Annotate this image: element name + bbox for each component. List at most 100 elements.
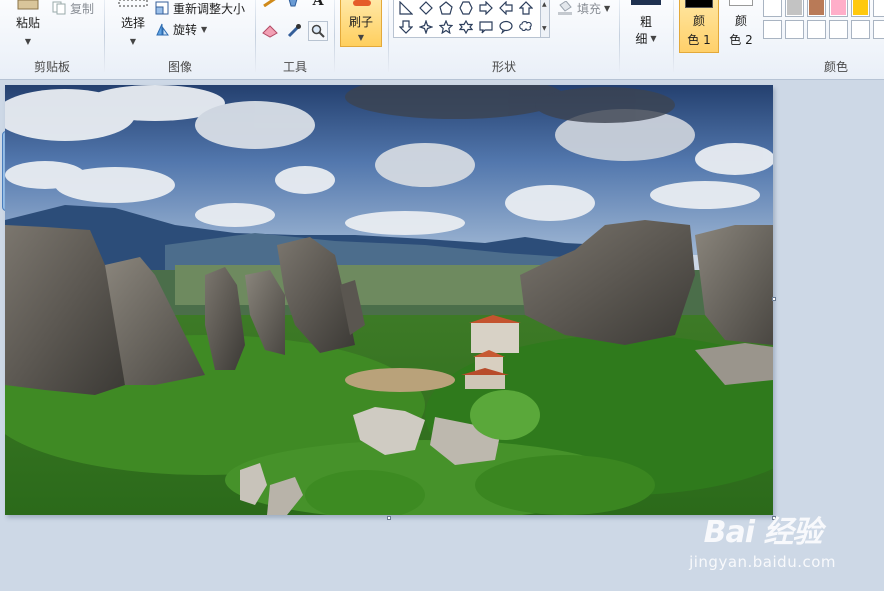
size-label-row: 细 ▼ xyxy=(635,30,656,47)
right-arrow-shape[interactable] xyxy=(476,0,496,17)
four-point-star-icon xyxy=(419,20,433,34)
cloud-callout-shape[interactable] xyxy=(516,18,536,36)
palette-swatch[interactable] xyxy=(851,0,870,17)
tools-group: A 工具 xyxy=(256,0,334,80)
drawing-workspace[interactable]: Bai 经验 jingyan.baidu.com xyxy=(0,81,884,591)
up-arrow-icon xyxy=(519,1,533,15)
chevron-up-icon: ▲ xyxy=(542,1,547,8)
palette-swatch-fill xyxy=(875,22,884,37)
up-arrow-shape[interactable] xyxy=(516,0,536,17)
copy-button[interactable]: 复制 xyxy=(52,0,94,16)
down-arrow-shape[interactable] xyxy=(396,18,416,36)
shapes-group-label: 形状 xyxy=(491,60,516,74)
landscape-photo xyxy=(5,85,773,515)
color2-label-top: 颜 xyxy=(734,14,747,28)
resize-button[interactable]: 重新调整大小 xyxy=(155,0,245,16)
shapes-gallery-scroll[interactable]: ▲ ▼ xyxy=(541,0,550,38)
oval-callout-shape[interactable] xyxy=(496,18,516,36)
palette-swatch[interactable] xyxy=(763,0,782,17)
five-point-star-shape[interactable] xyxy=(436,18,456,36)
palette-swatch[interactable] xyxy=(829,0,848,17)
fill-button[interactable]: 填充 ▼ xyxy=(557,0,610,16)
tools-group-label: 工具 xyxy=(282,60,307,74)
palette-swatch[interactable] xyxy=(807,0,826,17)
canvas-resize-handle-right[interactable] xyxy=(772,297,776,301)
rotate-button[interactable]: 旋转 ▼ xyxy=(155,21,207,37)
text-tool-button[interactable]: A xyxy=(308,0,328,9)
right-triangle-shape[interactable] xyxy=(396,0,416,17)
brushes-label: 刷子 xyxy=(348,15,373,29)
chevron-down-icon: ▼ xyxy=(650,34,657,43)
canvas-resize-handle-bottom[interactable] xyxy=(387,516,391,520)
color1-button[interactable]: 颜 色 1 xyxy=(679,0,719,53)
palette-swatch-fill xyxy=(765,22,780,37)
shapes-group: ▲ ▼ 填充 ▼ 形状 xyxy=(389,0,619,80)
brushes-button[interactable]: 刷子 ▼ xyxy=(340,0,382,47)
six-point-star-icon xyxy=(459,20,473,34)
six-point-star-shape[interactable] xyxy=(456,18,476,36)
shapes-gallery xyxy=(393,0,541,38)
palette-swatch-fill xyxy=(853,22,868,37)
eraser-button[interactable] xyxy=(260,21,280,41)
left-arrow-icon xyxy=(499,1,513,15)
color2-button[interactable]: 颜 色 2 xyxy=(723,0,759,53)
pencil-button[interactable] xyxy=(260,0,280,8)
right-arrow-icon xyxy=(479,1,493,15)
left-arrow-shape[interactable] xyxy=(496,0,516,17)
color1-label-bottom: 色 1 xyxy=(687,33,711,47)
watermark-logo: Bai 经验 xyxy=(703,515,823,550)
down-arrow-icon xyxy=(399,20,413,34)
copy-label: 复制 xyxy=(70,1,95,16)
palette-swatch[interactable] xyxy=(851,20,870,39)
palette-swatch[interactable] xyxy=(873,0,884,17)
size-button[interactable]: 粗 细 ▼ xyxy=(626,0,666,48)
copy-icon xyxy=(52,1,66,15)
palette-swatch-fill xyxy=(787,0,802,15)
select-button[interactable]: 选择 ▼ xyxy=(112,0,154,48)
color1-swatch xyxy=(685,0,713,8)
fill-bucket-button[interactable] xyxy=(284,0,304,8)
pentagon-icon xyxy=(439,1,453,15)
group-separator xyxy=(619,0,620,72)
four-point-star-shape[interactable] xyxy=(416,18,436,36)
chevron-down-icon: ▼ xyxy=(542,25,547,32)
palette-swatch[interactable] xyxy=(763,20,782,39)
five-point-star-icon xyxy=(439,20,453,34)
watermark-url: jingyan.baidu.com xyxy=(689,553,836,571)
size-label-top: 粗 xyxy=(639,15,652,29)
paste-button[interactable]: 粘贴 ▼ xyxy=(8,0,48,48)
palette-swatch[interactable] xyxy=(807,20,826,39)
select-label: 选择 xyxy=(120,16,145,30)
magnifier-button[interactable] xyxy=(308,21,328,41)
resize-icon xyxy=(155,1,169,15)
palette-swatch-fill xyxy=(809,22,824,37)
paste-label: 粘贴 xyxy=(15,16,40,30)
clipboard-group-label: 剪贴板 xyxy=(33,60,70,74)
colors-group: 颜 色 1 颜 色 2 颜色 xyxy=(674,0,884,80)
color-picker-button[interactable] xyxy=(284,21,304,41)
image-canvas[interactable] xyxy=(5,85,773,515)
eyedropper-icon xyxy=(287,24,301,38)
magnifier-icon xyxy=(311,24,325,38)
group-separator xyxy=(334,0,335,72)
rect-callout-shape[interactable] xyxy=(476,18,496,36)
palette-swatch[interactable] xyxy=(829,20,848,39)
image-group-label: 图像 xyxy=(167,60,192,74)
pencil-icon xyxy=(263,0,276,7)
cloud-callout-icon xyxy=(519,21,532,32)
fill-label: 填充 xyxy=(577,1,602,16)
diamond-shape[interactable] xyxy=(416,0,436,17)
baidu-jingyan-watermark: Bai 经验 jingyan.baidu.com xyxy=(689,507,836,571)
palette-swatch[interactable] xyxy=(785,20,804,39)
palette-swatch-fill xyxy=(787,22,802,37)
paste-icon xyxy=(17,0,39,10)
color1-label-top: 颜 xyxy=(692,14,705,28)
color2-label-bottom: 色 2 xyxy=(729,33,753,47)
palette-swatch[interactable] xyxy=(873,20,884,39)
colors-group-label: 颜色 xyxy=(824,60,849,74)
palette-swatch-fill xyxy=(765,0,780,15)
hexagon-shape[interactable] xyxy=(456,0,476,17)
pentagon-shape[interactable] xyxy=(436,0,456,17)
palette-swatch-fill xyxy=(875,0,884,15)
palette-swatch[interactable] xyxy=(785,0,804,17)
